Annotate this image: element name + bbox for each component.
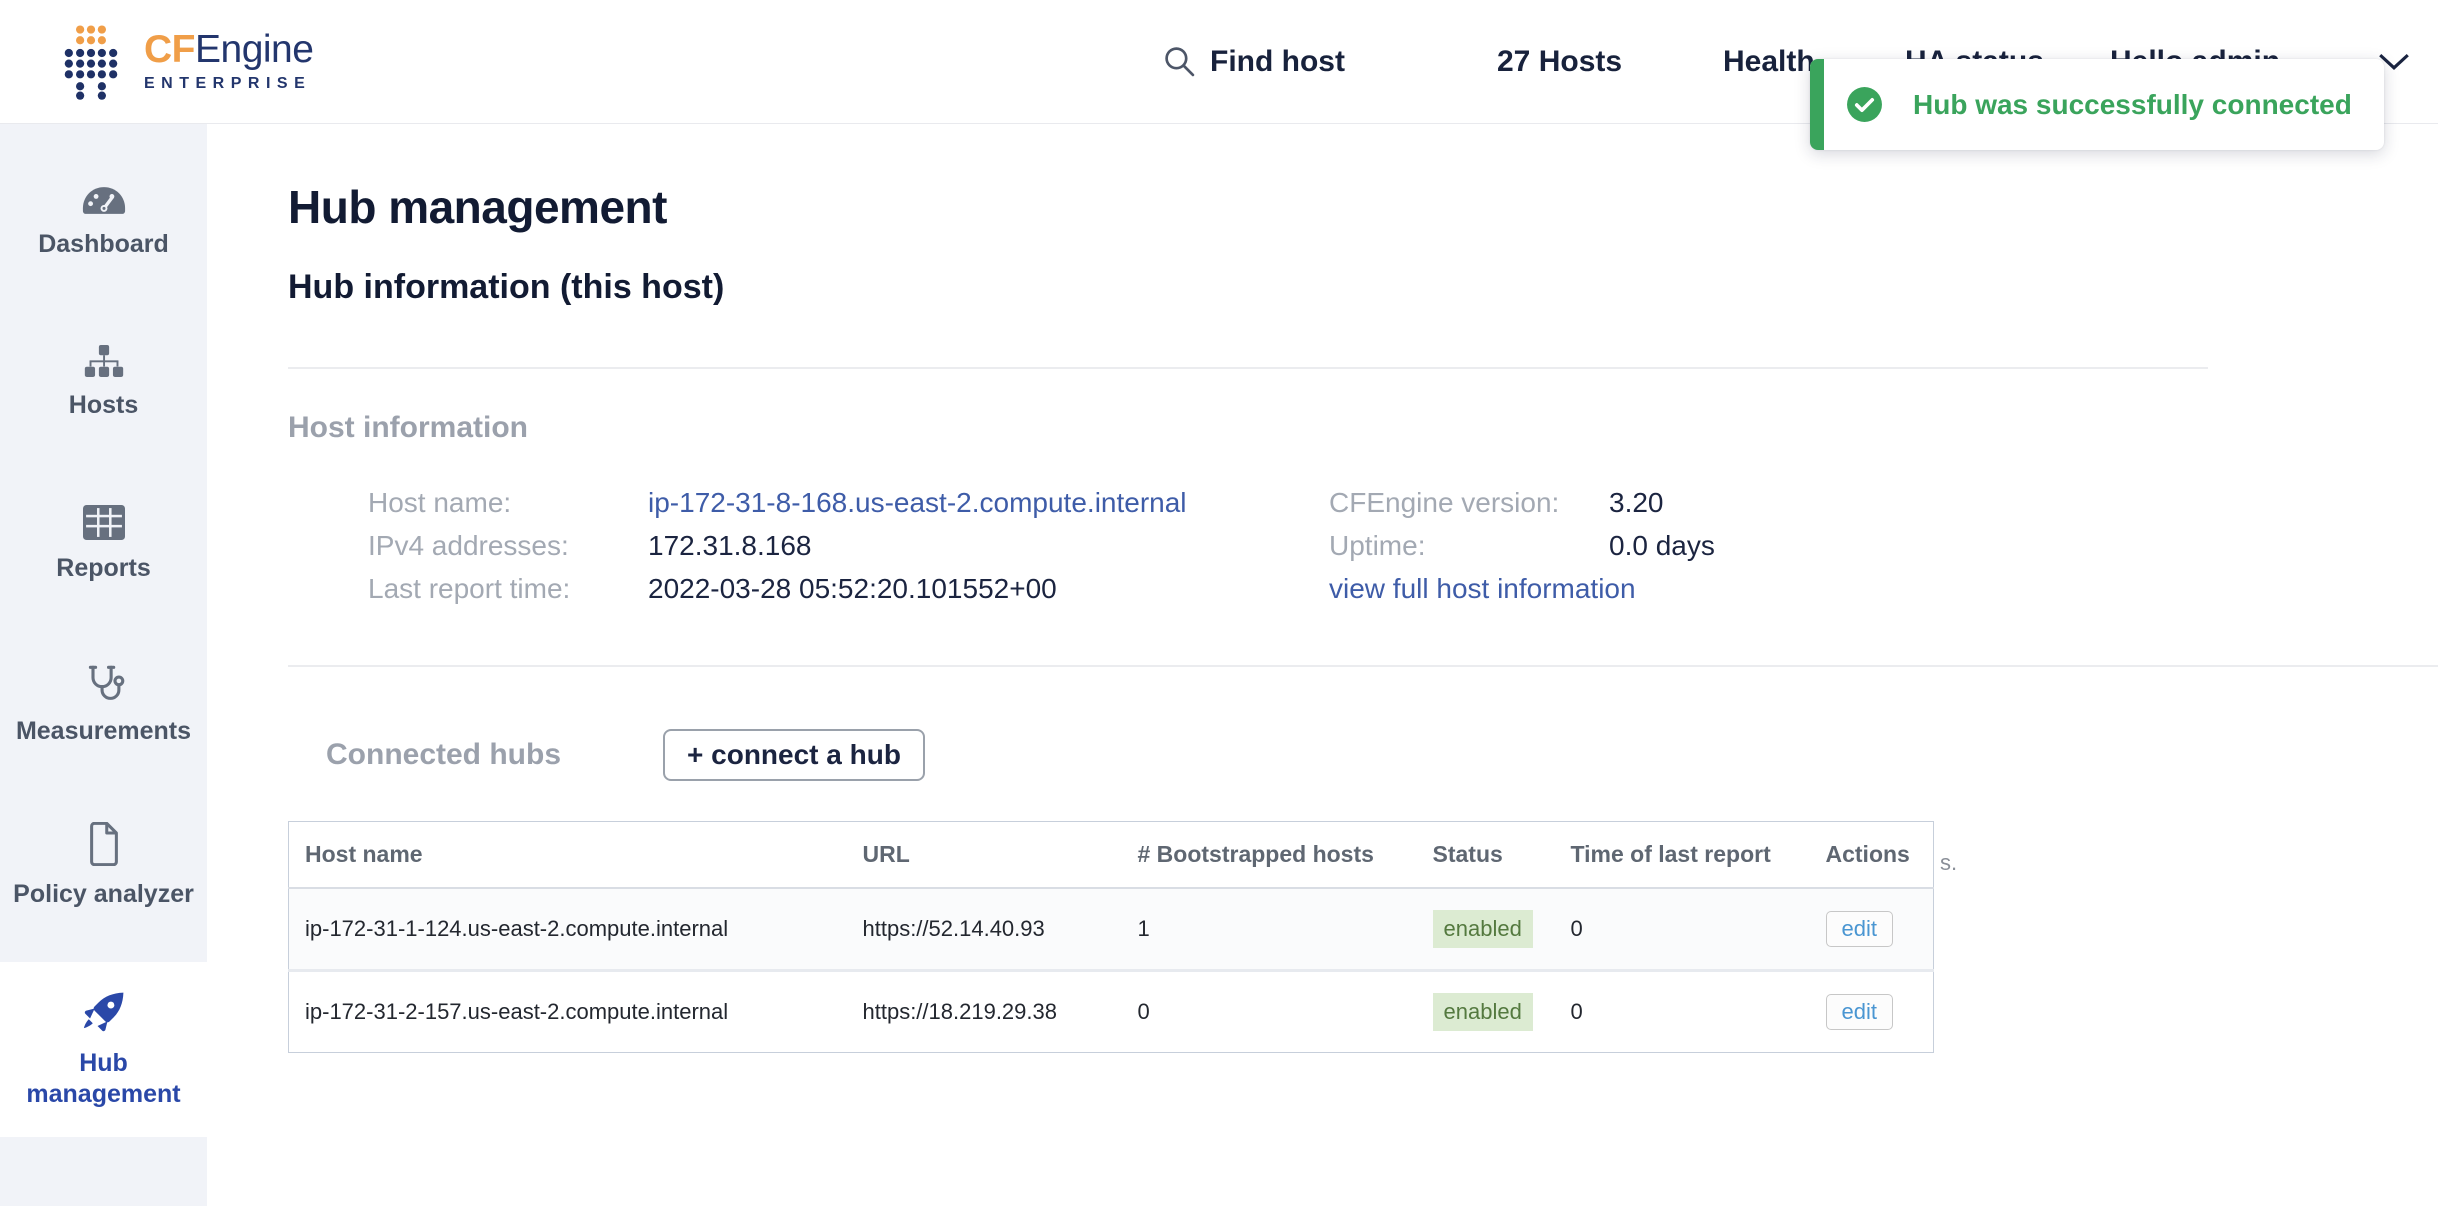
col-bootstrapped-hosts: # Bootstrapped hosts xyxy=(1122,822,1417,889)
status-badge: enabled xyxy=(1433,993,1533,1031)
sidebar: Dashboard Hosts Reports xyxy=(0,124,207,1206)
table-row: ip-172-31-1-124.us-east-2.compute.intern… xyxy=(289,888,1934,971)
col-url: URL xyxy=(847,822,1122,889)
last-report-value: 2022-03-28 05:52:20.101552+00 xyxy=(648,567,1057,610)
col-time-of-last-report: Time of last report xyxy=(1555,822,1810,889)
sidebar-item-label: Policy analyzer xyxy=(9,879,198,910)
cfengine-logo[interactable]: CFEngine ENTERPRISE xyxy=(56,23,313,101)
table-icon xyxy=(83,505,125,540)
last-report-label: Last report time: xyxy=(368,567,648,610)
toast-message: Hub was successfully connected xyxy=(1913,89,2352,121)
connected-hubs-heading: Connected hubs xyxy=(326,738,561,772)
rocket-icon xyxy=(81,989,127,1035)
stray-text-fragment: s. xyxy=(1940,850,1957,876)
cell-bootstrapped: 1 xyxy=(1122,888,1417,971)
nav-find-host[interactable]: Find host xyxy=(1163,45,1345,79)
divider xyxy=(288,665,2438,667)
edit-button[interactable]: edit xyxy=(1826,994,1893,1030)
cell-last-report: 0 xyxy=(1555,971,1810,1053)
brand-subtitle: ENTERPRISE xyxy=(144,75,313,93)
table-row: ip-172-31-2-157.us-east-2.compute.intern… xyxy=(289,971,1934,1053)
host-info-right-column: CFEngine version: 3.20 Uptime: 0.0 days … xyxy=(1329,481,1715,610)
divider xyxy=(288,367,2208,369)
sidebar-item-label: Reports xyxy=(52,553,154,584)
uptime-value: 0.0 days xyxy=(1609,524,1715,567)
brand-cf: CF xyxy=(144,28,195,71)
connect-a-hub-button[interactable]: + connect a hub xyxy=(663,729,925,781)
document-icon xyxy=(86,822,122,866)
sidebar-item-label: Hub management xyxy=(0,1048,207,1111)
connected-hubs-table: Host name URL # Bootstrapped hosts Statu… xyxy=(288,821,1934,1053)
table-header-row: Host name URL # Bootstrapped hosts Statu… xyxy=(289,822,1934,889)
cell-bootstrapped: 0 xyxy=(1122,971,1417,1053)
sidebar-item-hosts[interactable]: Hosts xyxy=(0,303,207,464)
sidebar-item-reports[interactable]: Reports xyxy=(0,464,207,625)
cell-last-report: 0 xyxy=(1555,888,1810,971)
host-name-label: Host name: xyxy=(368,481,648,524)
edit-button[interactable]: edit xyxy=(1826,911,1893,947)
ipv4-value: 172.31.8.168 xyxy=(648,524,812,567)
col-actions: Actions xyxy=(1810,822,1934,889)
brand-text: CFEngine ENTERPRISE xyxy=(144,30,313,93)
dashboard-gauge-icon xyxy=(81,185,127,216)
sidebar-item-dashboard[interactable]: Dashboard xyxy=(0,142,207,303)
uptime-label: Uptime: xyxy=(1329,524,1609,567)
sidebar-item-label: Measurements xyxy=(12,716,195,747)
connected-hubs-table-wrap: Host name URL # Bootstrapped hosts Statu… xyxy=(288,821,2438,1053)
toast-accent-bar xyxy=(1810,59,1824,150)
view-full-host-information-link[interactable]: view full host information xyxy=(1329,567,1636,610)
host-name-link[interactable]: ip-172-31-8-168.us-east-2.compute.intern… xyxy=(648,481,1187,524)
nav-find-host-label: Find host xyxy=(1210,45,1345,79)
cfengine-robot-icon xyxy=(56,23,126,101)
sitemap-icon xyxy=(81,345,127,377)
cell-host-name: ip-172-31-2-157.us-east-2.compute.intern… xyxy=(289,971,847,1053)
cell-host-name: ip-172-31-1-124.us-east-2.compute.intern… xyxy=(289,888,847,971)
host-information-grid: Host name: ip-172-31-8-168.us-east-2.com… xyxy=(288,481,2438,610)
stethoscope-icon xyxy=(82,664,126,703)
nav-health[interactable]: Health xyxy=(1723,45,1815,79)
main-content: Hub management Hub information (this hos… xyxy=(207,124,2438,1206)
search-icon xyxy=(1163,45,1196,78)
host-information-section: Host information Host name: ip-172-31-8-… xyxy=(288,411,2438,610)
status-badge: enabled xyxy=(1433,910,1533,948)
sidebar-item-policy-analyzer[interactable]: Policy analyzer xyxy=(0,786,207,947)
success-toast: Hub was successfully connected xyxy=(1810,59,2384,150)
host-info-left-column: Host name: ip-172-31-8-168.us-east-2.com… xyxy=(368,481,1329,610)
cell-url: https://18.219.29.38 xyxy=(847,971,1122,1053)
col-status: Status xyxy=(1417,822,1555,889)
version-label: CFEngine version: xyxy=(1329,481,1609,524)
cell-url: https://52.14.40.93 xyxy=(847,888,1122,971)
version-value: 3.20 xyxy=(1609,481,1664,524)
sidebar-item-hub-management[interactable]: Hub management xyxy=(0,962,207,1137)
host-information-heading: Host information xyxy=(288,411,2438,445)
connected-hubs-section: Connected hubs + connect a hub Host name… xyxy=(288,729,2438,1053)
page-title: Hub management xyxy=(288,180,2438,234)
nav-hosts-count[interactable]: 27 Hosts xyxy=(1497,45,1622,79)
col-host-name: Host name xyxy=(289,822,847,889)
sidebar-item-measurements[interactable]: Measurements xyxy=(0,625,207,786)
sidebar-item-label: Hosts xyxy=(65,390,142,421)
check-circle-icon xyxy=(1846,86,1883,123)
ipv4-label: IPv4 addresses: xyxy=(368,524,648,567)
brand-engine: Engine xyxy=(195,28,313,71)
page-subtitle: Hub information (this host) xyxy=(288,268,2438,307)
sidebar-item-label: Dashboard xyxy=(34,229,173,260)
